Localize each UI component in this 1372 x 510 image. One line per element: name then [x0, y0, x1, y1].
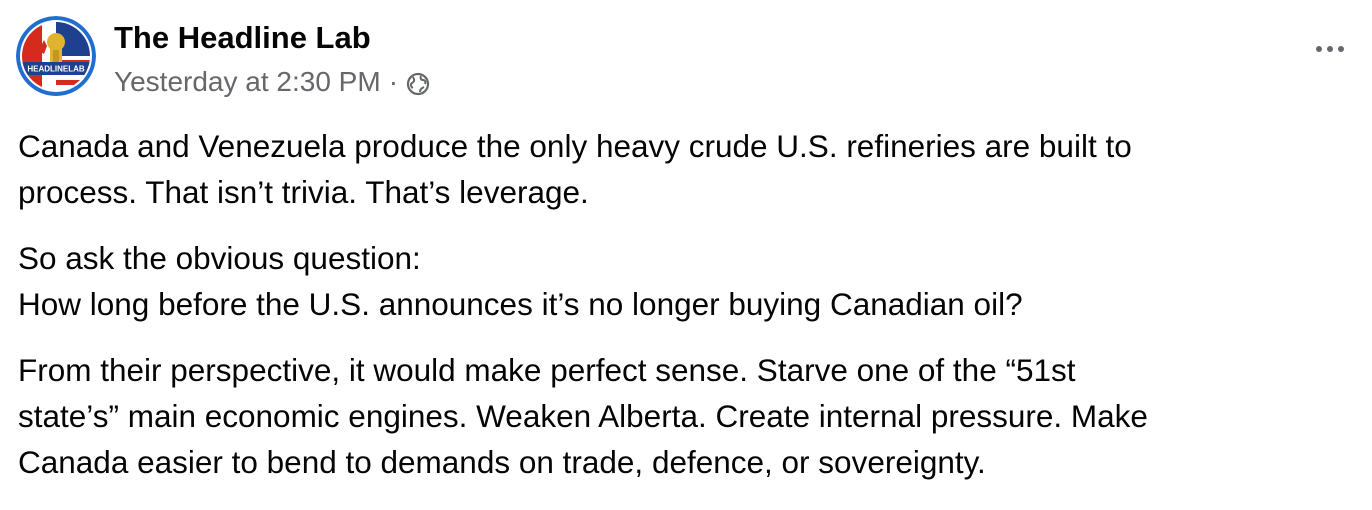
- page-name-link[interactable]: The Headline Lab: [114, 18, 430, 58]
- more-options-button[interactable]: [1308, 34, 1352, 64]
- page-avatar[interactable]: HEADLINELAB: [16, 16, 96, 96]
- post-header: The Headline Lab Yesterday at 2:30 PM ·: [114, 18, 430, 100]
- meta-separator: ·: [388, 66, 399, 97]
- post-timestamp[interactable]: Yesterday at 2:30 PM: [114, 66, 381, 98]
- svg-text:HEADLINELAB: HEADLINELAB: [27, 65, 85, 74]
- post-paragraph: From their perspective, it would make pe…: [18, 352, 1148, 480]
- post-paragraph: Canada and Venezuela produce the only he…: [18, 128, 1132, 210]
- post-meta: Yesterday at 2:30 PM ·: [114, 64, 430, 100]
- post-card: HEADLINELAB The Headline Lab Yesterday a…: [0, 0, 1372, 510]
- globe-icon[interactable]: [406, 72, 430, 96]
- headline-lab-logo: HEADLINELAB: [16, 16, 96, 96]
- more-options-icon: [1316, 46, 1344, 52]
- post-paragraph: So ask the obvious question: How long be…: [18, 240, 1023, 322]
- post-body: Canada and Venezuela produce the only he…: [18, 123, 1354, 505]
